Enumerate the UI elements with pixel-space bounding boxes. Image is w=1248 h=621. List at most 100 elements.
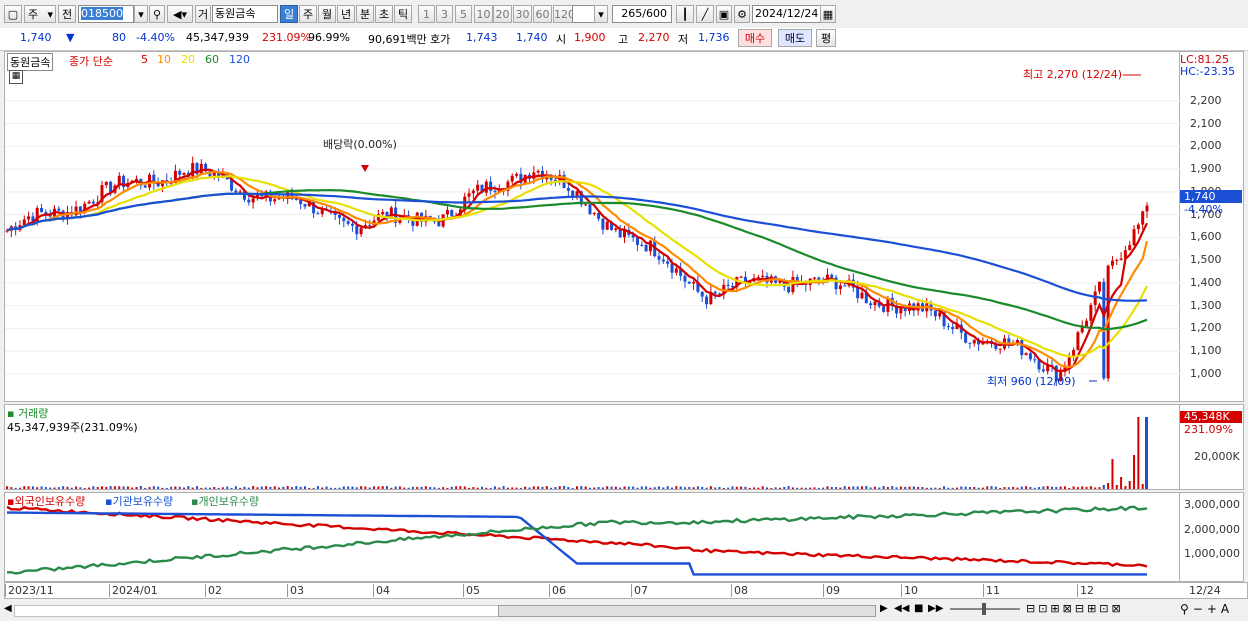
- period-button-6[interactable]: 틱: [394, 5, 412, 23]
- bid: 1,740: [516, 31, 548, 44]
- volume-bar: [938, 487, 941, 489]
- volume-bar: [541, 486, 544, 489]
- x-axis-label-2: 02: [205, 584, 222, 597]
- x-axis-right-label: 12/24: [1189, 584, 1221, 597]
- volume-bar: [968, 487, 971, 489]
- volume-bar: [778, 487, 781, 489]
- volume-bar: [761, 486, 764, 489]
- candle-body: [450, 209, 454, 216]
- stock-name-field[interactable]: 동원금속: [212, 5, 278, 23]
- group-button[interactable]: 거: [195, 5, 211, 23]
- volume-bar: [398, 486, 401, 489]
- code-dropdown[interactable]: ▾: [134, 5, 148, 23]
- volume-bar: [1016, 487, 1019, 489]
- candle-body: [359, 227, 363, 235]
- interval-button-3[interactable]: 10: [474, 5, 493, 23]
- market-select[interactable]: 주 ▾: [24, 5, 56, 23]
- drawing-tools-icon[interactable]: ⊟⊡⊞⊠⊟⊞⊡⊠: [1026, 602, 1124, 615]
- volume-bar: [191, 487, 194, 489]
- zoom-slider-thumb[interactable]: [982, 603, 986, 615]
- volume-bar: [688, 486, 691, 489]
- candle-body: [471, 190, 475, 194]
- interval-button-0[interactable]: 1: [418, 5, 435, 23]
- search-icon[interactable]: ⚲: [149, 5, 165, 23]
- period-button-2[interactable]: 월: [318, 5, 336, 23]
- price-y-tick-7: 1,500: [1190, 253, 1222, 267]
- line-tool-icon[interactable]: ╱: [696, 5, 714, 23]
- grid-icon[interactable]: ▦: [9, 70, 23, 84]
- candle-body: [40, 207, 44, 212]
- volume-bar: [843, 486, 846, 489]
- interval-button-6[interactable]: 60: [533, 5, 552, 23]
- candle-icon[interactable]: ┃: [676, 5, 694, 23]
- interval-button-2[interactable]: 5: [455, 5, 472, 23]
- stop-icon[interactable]: ■: [914, 603, 923, 614]
- volume-bar: [187, 486, 190, 489]
- gear-icon[interactable]: ⚙: [734, 5, 750, 23]
- scroll-right-icon[interactable]: ▶: [880, 603, 888, 614]
- sell-button[interactable]: 매도: [778, 29, 812, 47]
- ma-label: 종가 단순: [69, 55, 113, 68]
- window-icon[interactable]: ▢: [4, 5, 22, 23]
- volume-bar: [351, 486, 354, 489]
- ask: 1,743: [466, 31, 498, 44]
- save-icon[interactable]: ▣: [716, 5, 732, 23]
- date-field[interactable]: 2024/12/24: [752, 5, 822, 23]
- volume-bar: [1128, 481, 1131, 489]
- volume-bar: [221, 487, 224, 489]
- scroll-thumb[interactable]: [498, 605, 876, 617]
- volume-bar: [593, 487, 596, 489]
- rewind-icon[interactable]: ◀◀: [894, 603, 909, 614]
- speaker-icon[interactable]: ◀▾: [167, 5, 193, 23]
- zoom-tools-icon[interactable]: ⚲−+A: [1180, 602, 1233, 616]
- volume-bar: [861, 486, 863, 489]
- code-input[interactable]: 018500: [78, 5, 134, 23]
- candle-body: [1076, 332, 1080, 350]
- interval-dropdown[interactable]: ▾: [594, 5, 608, 23]
- price-pane-title[interactable]: 동원금속: [7, 53, 54, 71]
- scroll-bar[interactable]: ◀ ▶ ◀◀ ■ ▶▶ ⊟⊡⊞⊠⊟⊞⊡⊠ ⚲−+A: [0, 600, 1248, 621]
- candle-body: [273, 199, 277, 202]
- holdings-chart: [6, 505, 1148, 576]
- volume-bar: [830, 486, 833, 489]
- volume-bar: [234, 486, 237, 489]
- holdings-pane[interactable]: ▪외국인보유수량 ▪기관보유수량 ▪개인보유수량: [4, 492, 1180, 582]
- period-button-5[interactable]: 초: [375, 5, 393, 23]
- volume-bar: [696, 486, 699, 489]
- candle-body: [968, 342, 972, 344]
- scroll-left-icon[interactable]: ◀: [4, 603, 12, 614]
- period-button-0[interactable]: 일: [280, 5, 298, 23]
- volume-bar: [316, 486, 319, 489]
- volume-bar: [813, 487, 816, 489]
- buy-button[interactable]: 매수: [738, 29, 772, 47]
- count-total: /600: [642, 7, 667, 20]
- volume-bar: [373, 486, 376, 489]
- eval-button[interactable]: 평: [816, 29, 836, 47]
- interval-button-1[interactable]: 3: [436, 5, 453, 23]
- x-axis-label-12: 12: [1077, 584, 1094, 597]
- volume-pane[interactable]: ▪ 거래량 45,347,939주(231.09%): [4, 404, 1180, 490]
- candle-body: [972, 339, 976, 344]
- volume-bar: [766, 487, 768, 489]
- period-button-4[interactable]: 분: [356, 5, 374, 23]
- volume-bar: [718, 487, 721, 489]
- volume-bar: [606, 486, 609, 489]
- volume-bar: [282, 486, 285, 489]
- fast-forward-icon[interactable]: ▶▶: [928, 603, 943, 614]
- volume-bar: [601, 487, 604, 489]
- period-button-3[interactable]: 년: [337, 5, 355, 23]
- count-field[interactable]: 265/600: [612, 5, 672, 23]
- holdings-y-tick-1: 2,000,000: [1184, 522, 1240, 536]
- interval-button-5[interactable]: 30: [513, 5, 532, 23]
- volume-bar: [822, 487, 825, 489]
- calendar-icon[interactable]: ▦: [820, 5, 836, 23]
- prev-button[interactable]: 전: [58, 5, 76, 23]
- price-pane[interactable]: 동원금속 종가 단순 5 10 20 60 120 ▦ 최고 2,270 (12/24)…: [4, 51, 1181, 402]
- candle-body: [1110, 260, 1114, 266]
- volume-bar: [515, 487, 518, 489]
- count-current: 265: [621, 7, 643, 20]
- candle-body: [692, 281, 696, 284]
- volume-bar: [640, 486, 643, 489]
- interval-button-4[interactable]: 20: [493, 5, 512, 23]
- period-button-1[interactable]: 주: [299, 5, 317, 23]
